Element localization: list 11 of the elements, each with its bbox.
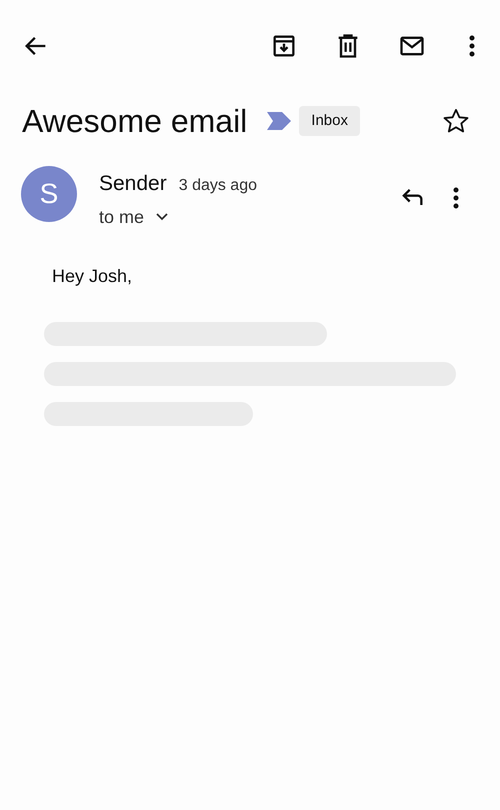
more-icon: [469, 35, 475, 57]
recipient-toggle[interactable]: to me: [99, 204, 257, 230]
sender-avatar: S: [21, 166, 77, 222]
star-icon: [442, 107, 470, 135]
sender-name: Sender: [99, 171, 167, 197]
chevron-down-icon: [156, 213, 168, 221]
inbox-label: Inbox: [299, 106, 360, 136]
email-subject: Awesome email: [22, 105, 248, 137]
more-icon: [453, 187, 459, 209]
email-greeting: Hey Josh,: [51, 264, 134, 288]
message-time: 3 days ago: [178, 176, 257, 196]
